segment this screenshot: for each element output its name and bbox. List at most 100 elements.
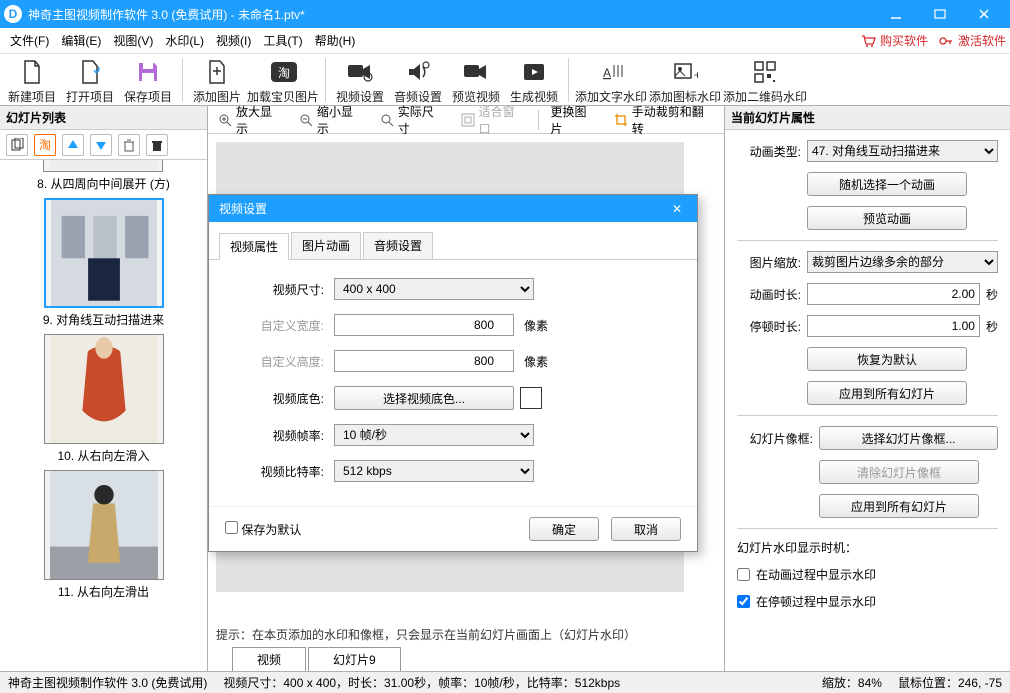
ok-button[interactable]: 确定 bbox=[529, 517, 599, 541]
menu-edit[interactable]: 编辑(E) bbox=[55, 29, 107, 52]
watermark-timing-label: 幻灯片水印显示时机： bbox=[737, 539, 998, 556]
custom-height-input[interactable] bbox=[334, 350, 514, 372]
video-size-select[interactable]: 400 x 400 bbox=[334, 278, 534, 300]
new-project-button[interactable]: 新建项目 bbox=[4, 54, 60, 105]
move-down-button[interactable] bbox=[90, 134, 112, 156]
hint-text: 提示：在本页添加的水印和像框，只会显示在当前幻灯片画面上（幻灯片水印） bbox=[208, 622, 724, 647]
status-bar: 神奇主图视频制作软件 3.0 (免费试用) 视频尺寸：400 x 400，时长：… bbox=[0, 671, 1010, 693]
delete-slide-button[interactable] bbox=[118, 134, 140, 156]
zoom-in-icon bbox=[218, 113, 232, 127]
pause-duration-input[interactable] bbox=[807, 315, 980, 337]
apply-all-button[interactable]: 应用到所有幻灯片 bbox=[807, 381, 967, 405]
zoom-in-button[interactable]: 放大显示 bbox=[212, 101, 289, 139]
buy-link[interactable]: 购买软件 bbox=[860, 32, 928, 49]
fit-window-button[interactable]: 适合窗口 bbox=[455, 101, 532, 139]
app-icon: D bbox=[4, 5, 22, 23]
menu-help[interactable]: 帮助(H) bbox=[309, 29, 362, 52]
properties-panel: 当前幻灯片属性 动画类型:47. 对角线互动扫描进来 随机选择一个动画 预览动画… bbox=[724, 106, 1010, 671]
slide-thumb[interactable] bbox=[44, 470, 164, 580]
slide-label: 10. 从右向左滑入 bbox=[57, 447, 149, 464]
menu-view[interactable]: 视图(V) bbox=[107, 29, 159, 52]
generate-video-button[interactable]: 生成视频 bbox=[506, 54, 562, 105]
svg-text:A: A bbox=[603, 66, 611, 80]
main-toolbar: 新建项目 打开项目 保存项目 添加图片 淘加载宝贝图片 视频设置 音频设置 预览… bbox=[0, 54, 1010, 106]
dialog-close-button[interactable]: ✕ bbox=[667, 202, 687, 216]
maximize-button[interactable] bbox=[918, 0, 962, 28]
anim-type-select[interactable]: 47. 对角线互动扫描进来 bbox=[807, 140, 998, 162]
scale-label: 图片缩放: bbox=[737, 254, 801, 271]
preview-video-button[interactable]: 预览视频 bbox=[448, 54, 504, 105]
select-frame-button[interactable]: 选择幻灯片像框... bbox=[819, 426, 998, 450]
add-icon-watermark-button[interactable]: +添加图标水印 bbox=[649, 54, 721, 105]
clear-frame-button[interactable]: 清除幻灯片像框 bbox=[819, 460, 979, 484]
slide-list[interactable]: 8. 从四周向中间展开 (方) 9. 对角线互动扫描进来 10. 从右向左滑入 … bbox=[0, 160, 207, 671]
slide-label: 9. 对角线互动扫描进来 bbox=[43, 311, 164, 328]
key-icon bbox=[938, 33, 954, 49]
custom-width-input[interactable] bbox=[334, 314, 514, 336]
bg-color-label: 视频底色: bbox=[239, 390, 324, 407]
crop-icon bbox=[614, 113, 628, 127]
menu-video[interactable]: 视频(I) bbox=[210, 29, 257, 52]
canvas-area[interactable]: 视频设置 ✕ 视频属性 图片动画 音频设置 视频尺寸:400 x 400 自定义… bbox=[208, 134, 724, 622]
crop-flip-button[interactable]: 手动裁剪和翻转 bbox=[608, 101, 720, 139]
dialog-title-bar[interactable]: 视频设置 ✕ bbox=[209, 195, 697, 222]
add-qr-watermark-button[interactable]: 添加二维码水印 bbox=[723, 54, 807, 105]
zoom-reset-icon bbox=[380, 113, 394, 127]
replace-image-button[interactable]: 更换图片 bbox=[545, 101, 604, 139]
taobao-slide-button[interactable]: 淘 bbox=[34, 134, 56, 156]
tab-video-props[interactable]: 视频属性 bbox=[219, 233, 289, 260]
show-wm-pause-checkbox[interactable] bbox=[737, 595, 750, 608]
bg-color-button[interactable]: 选择视频底色... bbox=[334, 386, 514, 410]
random-anim-button[interactable]: 随机选择一个动画 bbox=[807, 172, 967, 196]
status-info: 视频尺寸：400 x 400，时长：31.00秒，帧率：10帧/秒，比特率：51… bbox=[223, 674, 620, 691]
audio-settings-button[interactable]: 音频设置 bbox=[390, 54, 446, 105]
camera-icon bbox=[462, 58, 490, 86]
slide-list-toolbar: 淘 bbox=[0, 130, 207, 160]
slide-thumb[interactable] bbox=[44, 334, 164, 444]
save-default-checkbox[interactable]: 保存为默认 bbox=[225, 521, 301, 538]
show-wm-anim-checkbox[interactable] bbox=[737, 568, 750, 581]
frame-label: 幻灯片像框: bbox=[737, 430, 813, 447]
menu-file[interactable]: 文件(F) bbox=[4, 29, 55, 52]
cancel-button[interactable]: 取消 bbox=[611, 517, 681, 541]
activate-link[interactable]: 激活软件 bbox=[938, 32, 1006, 49]
tab-video[interactable]: 视频 bbox=[232, 647, 306, 671]
properties-header: 当前幻灯片属性 bbox=[725, 106, 1010, 130]
tab-image-anim[interactable]: 图片动画 bbox=[291, 232, 361, 259]
load-taobao-button[interactable]: 淘加载宝贝图片 bbox=[247, 54, 319, 105]
reset-default-button[interactable]: 恢复为默认 bbox=[807, 347, 967, 371]
save-project-button[interactable]: 保存项目 bbox=[120, 54, 176, 105]
qr-icon bbox=[751, 58, 779, 86]
add-text-watermark-button[interactable]: A添加文字水印 bbox=[575, 54, 647, 105]
menu-watermark[interactable]: 水印(L) bbox=[159, 29, 210, 52]
slide-thumb[interactable] bbox=[43, 160, 163, 172]
copy-slide-button[interactable] bbox=[6, 134, 28, 156]
fps-select[interactable]: 10 帧/秒 bbox=[334, 424, 534, 446]
anim-duration-input[interactable] bbox=[807, 283, 980, 305]
bottom-tabs: 视频 幻灯片9 bbox=[208, 647, 724, 671]
apply-frame-all-button[interactable]: 应用到所有幻灯片 bbox=[819, 494, 979, 518]
zoom-out-button[interactable]: 缩小显示 bbox=[293, 101, 370, 139]
close-button[interactable] bbox=[962, 0, 1006, 28]
status-mouse: 鼠标位置：246, -75 bbox=[898, 674, 1002, 691]
actual-size-button[interactable]: 实际尺寸 bbox=[374, 101, 451, 139]
move-up-button[interactable] bbox=[62, 134, 84, 156]
open-project-button[interactable]: 打开项目 bbox=[62, 54, 118, 105]
custom-width-label: 自定义宽度: bbox=[239, 317, 324, 334]
slide-thumb[interactable] bbox=[44, 198, 164, 308]
menu-tools[interactable]: 工具(T) bbox=[257, 29, 308, 52]
video-settings-dialog: 视频设置 ✕ 视频属性 图片动画 音频设置 视频尺寸:400 x 400 自定义… bbox=[208, 194, 698, 552]
preview-anim-button[interactable]: 预览动画 bbox=[807, 206, 967, 230]
minimize-button[interactable] bbox=[874, 0, 918, 28]
save-icon bbox=[134, 58, 162, 86]
bitrate-select[interactable]: 512 kbps bbox=[334, 460, 534, 482]
scale-select[interactable]: 裁剪图片边缘多余的部分 bbox=[807, 251, 998, 273]
tab-audio[interactable]: 音频设置 bbox=[363, 232, 433, 259]
title-bar: D 神奇主图视频制作软件 3.0 (免费试用) - 未命名1.ptv* bbox=[0, 0, 1010, 28]
add-image-button[interactable]: 添加图片 bbox=[189, 54, 245, 105]
image-watermark-icon: + bbox=[671, 58, 699, 86]
video-settings-button[interactable]: 视频设置 bbox=[332, 54, 388, 105]
tab-slide[interactable]: 幻灯片9 bbox=[308, 647, 401, 671]
video-gear-icon bbox=[346, 58, 374, 86]
clear-slides-button[interactable] bbox=[146, 134, 168, 156]
